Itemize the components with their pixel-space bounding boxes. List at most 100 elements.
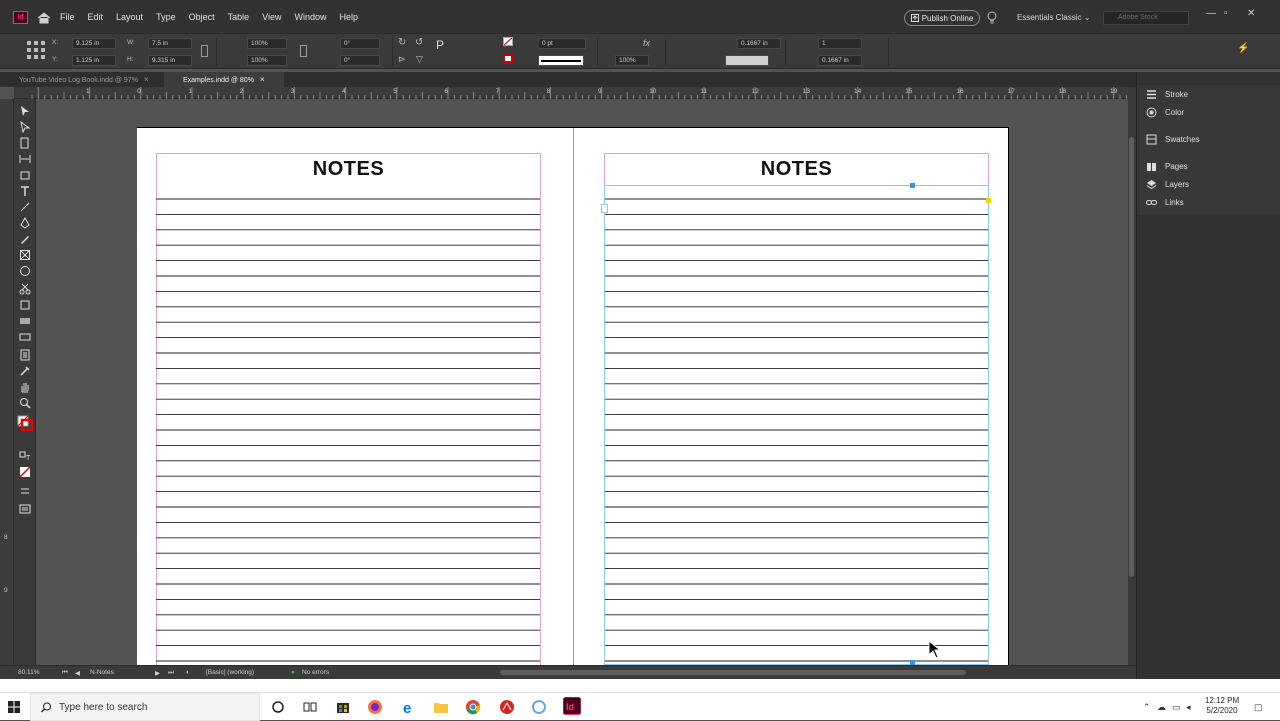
zoom-tool-icon[interactable] xyxy=(19,397,31,409)
network-icon[interactable]: ▭ xyxy=(1172,702,1181,713)
volume-icon[interactable]: ◂ xyxy=(1186,702,1191,713)
effects-icon[interactable]: fx xyxy=(643,38,650,48)
opacity-field[interactable]: 100% xyxy=(615,55,649,66)
panel-stroke[interactable]: Stroke xyxy=(1146,87,1188,101)
free-transform-tool-icon[interactable] xyxy=(19,299,31,311)
clock[interactable]: 12:12 PM 5/2/2020 xyxy=(1200,696,1244,716)
menu-object[interactable]: Object xyxy=(189,12,215,22)
acrobat-icon[interactable] xyxy=(499,699,515,715)
fill-stroke-swatch-icon[interactable] xyxy=(17,415,33,431)
columns-field[interactable]: 1 xyxy=(818,38,862,49)
x-field[interactable]: 9.125 in xyxy=(72,38,116,49)
constrain-scale-icon[interactable] xyxy=(300,45,307,57)
y-field[interactable]: 1.125 in xyxy=(72,55,116,66)
vertical-ruler[interactable]: 8 9 xyxy=(0,99,14,665)
rotate-field[interactable]: 0° xyxy=(340,38,380,49)
gradient-feather-tool-icon[interactable] xyxy=(19,331,31,343)
content-collector-icon[interactable] xyxy=(19,169,31,181)
workspace-switcher[interactable]: Essentials Classic ⌄ xyxy=(1017,13,1090,22)
open-page-icon[interactable]: ◐ xyxy=(186,669,190,676)
left-page-lines[interactable] xyxy=(156,198,541,665)
selection-tool-icon[interactable] xyxy=(19,105,31,117)
in-port-icon[interactable] xyxy=(601,204,608,213)
menu-help[interactable]: Help xyxy=(339,12,358,22)
next-page-icon[interactable]: ▶ xyxy=(155,669,160,677)
taskbar-search-input[interactable]: Type here to search xyxy=(30,693,260,721)
gradient-swatch-tool-icon[interactable] xyxy=(19,315,31,327)
lightbulb-icon[interactable] xyxy=(987,11,997,24)
first-page-icon[interactable]: ⏮ xyxy=(62,669,68,677)
offset-field-1[interactable]: 0.1667 in xyxy=(737,38,781,49)
shear-field[interactable]: 0° xyxy=(340,55,380,66)
rectangle-frame-tool-icon[interactable] xyxy=(19,249,31,261)
cloud-icon[interactable]: ☁ xyxy=(1157,702,1166,713)
chevron-up-icon[interactable]: ⌃ xyxy=(1143,702,1151,713)
minimize-icon[interactable]: — xyxy=(1206,8,1216,19)
panel-color[interactable]: Color xyxy=(1146,105,1184,119)
constrain-proportions-icon[interactable] xyxy=(201,45,208,57)
close-icon[interactable]: ✕ xyxy=(1247,8,1255,19)
store-icon[interactable] xyxy=(335,699,351,715)
menu-window[interactable]: Window xyxy=(294,12,326,22)
stroke-swatch-icon[interactable] xyxy=(503,54,513,63)
page-tool-icon[interactable] xyxy=(19,137,31,149)
view-mode-icon[interactable] xyxy=(19,485,31,497)
scissors-tool-icon[interactable] xyxy=(19,283,31,295)
last-page-icon[interactable]: ⏭ xyxy=(168,669,174,677)
scale-y-field[interactable]: 100% xyxy=(247,55,287,66)
eyedropper-tool-icon[interactable] xyxy=(19,365,31,377)
restore-icon[interactable]: ▫ xyxy=(1224,8,1228,19)
tab-examples[interactable]: Examples.indd @ 80% × xyxy=(164,72,284,87)
panel-layers[interactable]: Layers xyxy=(1146,177,1189,191)
vertical-scrollbar-thumb[interactable] xyxy=(1129,137,1134,577)
apply-none-icon[interactable] xyxy=(19,466,31,478)
h-field[interactable]: 9.315 in xyxy=(148,55,192,66)
close-icon[interactable]: × xyxy=(260,75,265,84)
previous-page-icon[interactable]: ◀ xyxy=(75,669,80,677)
menu-type[interactable]: Type xyxy=(156,12,176,22)
tab-youtube-video-log-book[interactable]: YouTube Video Log Book.indd @ 97% × xyxy=(0,72,180,87)
w-field[interactable]: 7.5 in xyxy=(148,38,192,49)
scale-x-field[interactable]: 100% xyxy=(247,38,287,49)
formatting-affects-container-icon[interactable]: T xyxy=(19,450,31,462)
notifications-icon[interactable]: ▢ xyxy=(1254,702,1263,713)
close-icon[interactable]: × xyxy=(144,75,149,84)
flip-vertical-icon[interactable]: ▽ xyxy=(416,54,423,65)
hand-tool-icon[interactable] xyxy=(19,381,31,393)
publish-online-button[interactable]: Publish Online xyxy=(904,10,980,26)
stroke-type-select[interactable] xyxy=(538,55,584,66)
flip-horizontal-icon[interactable]: ⊳ xyxy=(398,54,406,65)
screen-mode-icon[interactable] xyxy=(19,503,31,515)
ellipse-tool-icon[interactable] xyxy=(19,265,31,277)
fill-swatch-icon[interactable] xyxy=(503,37,513,46)
pen-tool-icon[interactable] xyxy=(19,217,31,229)
horizontal-ruler[interactable]: 1 0 1 2 3 4 5 6 7 8 9 10 11 12 13 14 15 16 17 18 19 xyxy=(14,87,1130,99)
reference-point-icon[interactable] xyxy=(26,40,46,60)
frame-handle[interactable] xyxy=(986,198,991,203)
panel-pages[interactable]: Pages xyxy=(1146,159,1188,173)
type-tool-icon[interactable] xyxy=(19,185,31,197)
page-number-field[interactable]: N-Notes xyxy=(90,669,114,676)
panel-swatches[interactable]: Swatches xyxy=(1146,132,1200,146)
zoom-level-field[interactable]: 80.11% xyxy=(18,669,40,676)
note-tool-icon[interactable] xyxy=(19,349,31,361)
menu-file[interactable]: File xyxy=(60,12,75,22)
offset-field-2[interactable]: 0.1667 in xyxy=(818,55,862,66)
vertical-scrollbar[interactable] xyxy=(1128,87,1136,667)
gap-tool-icon[interactable] xyxy=(19,153,31,165)
adobe-stock-search-input[interactable]: Adobe Stock xyxy=(1103,11,1189,25)
selected-frame[interactable] xyxy=(604,185,989,665)
document-canvas[interactable]: NOTES NOTES xyxy=(36,99,1130,665)
document-style-field[interactable]: [Basic] (working) xyxy=(206,669,254,676)
direct-selection-tool-icon[interactable] xyxy=(19,121,31,133)
indesign-taskbar-icon[interactable]: Id xyxy=(563,697,581,715)
frame-handle[interactable] xyxy=(910,183,915,188)
object-style-select[interactable] xyxy=(725,55,769,66)
firefox-icon[interactable] xyxy=(367,699,383,715)
menu-table[interactable]: Table xyxy=(228,12,250,22)
chrome-icon[interactable] xyxy=(465,699,481,715)
rotate-cw-icon[interactable]: ↻ xyxy=(398,37,406,48)
horizontal-scrollbar-thumb[interactable] xyxy=(500,670,966,675)
preflight-status[interactable]: No errors xyxy=(302,669,329,676)
rotate-ccw-icon[interactable]: ↺ xyxy=(415,37,423,48)
